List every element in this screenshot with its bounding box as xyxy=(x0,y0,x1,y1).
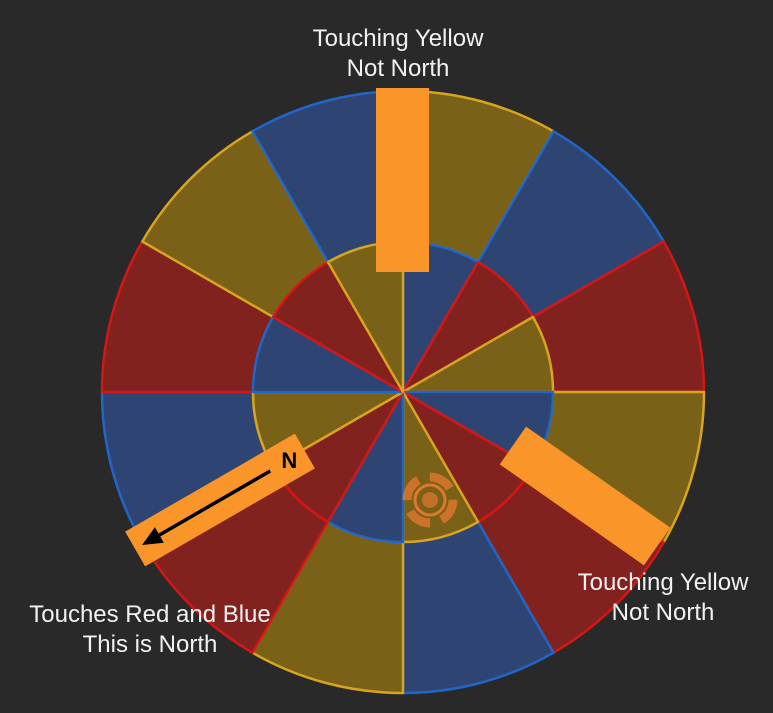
top-caption-line2: Not North xyxy=(346,55,450,82)
right-caption-line2: Not North xyxy=(611,599,715,626)
north-bar-caption: Touches Red and Blue This is North xyxy=(15,600,285,660)
north-caption-line1: Touches Red and Blue xyxy=(29,601,271,628)
north-caption-line2: This is North xyxy=(82,631,218,658)
right-bar-caption: Touching Yellow Not North xyxy=(563,568,763,628)
north-letter: N xyxy=(281,448,297,473)
crosshair-icon xyxy=(402,472,458,528)
top-caption-line1: Touching Yellow xyxy=(312,25,484,52)
top-bar-marker xyxy=(376,88,429,272)
top-bar-caption: Touching Yellow Not North xyxy=(298,24,498,84)
right-caption-line1: Touching Yellow xyxy=(577,569,749,596)
